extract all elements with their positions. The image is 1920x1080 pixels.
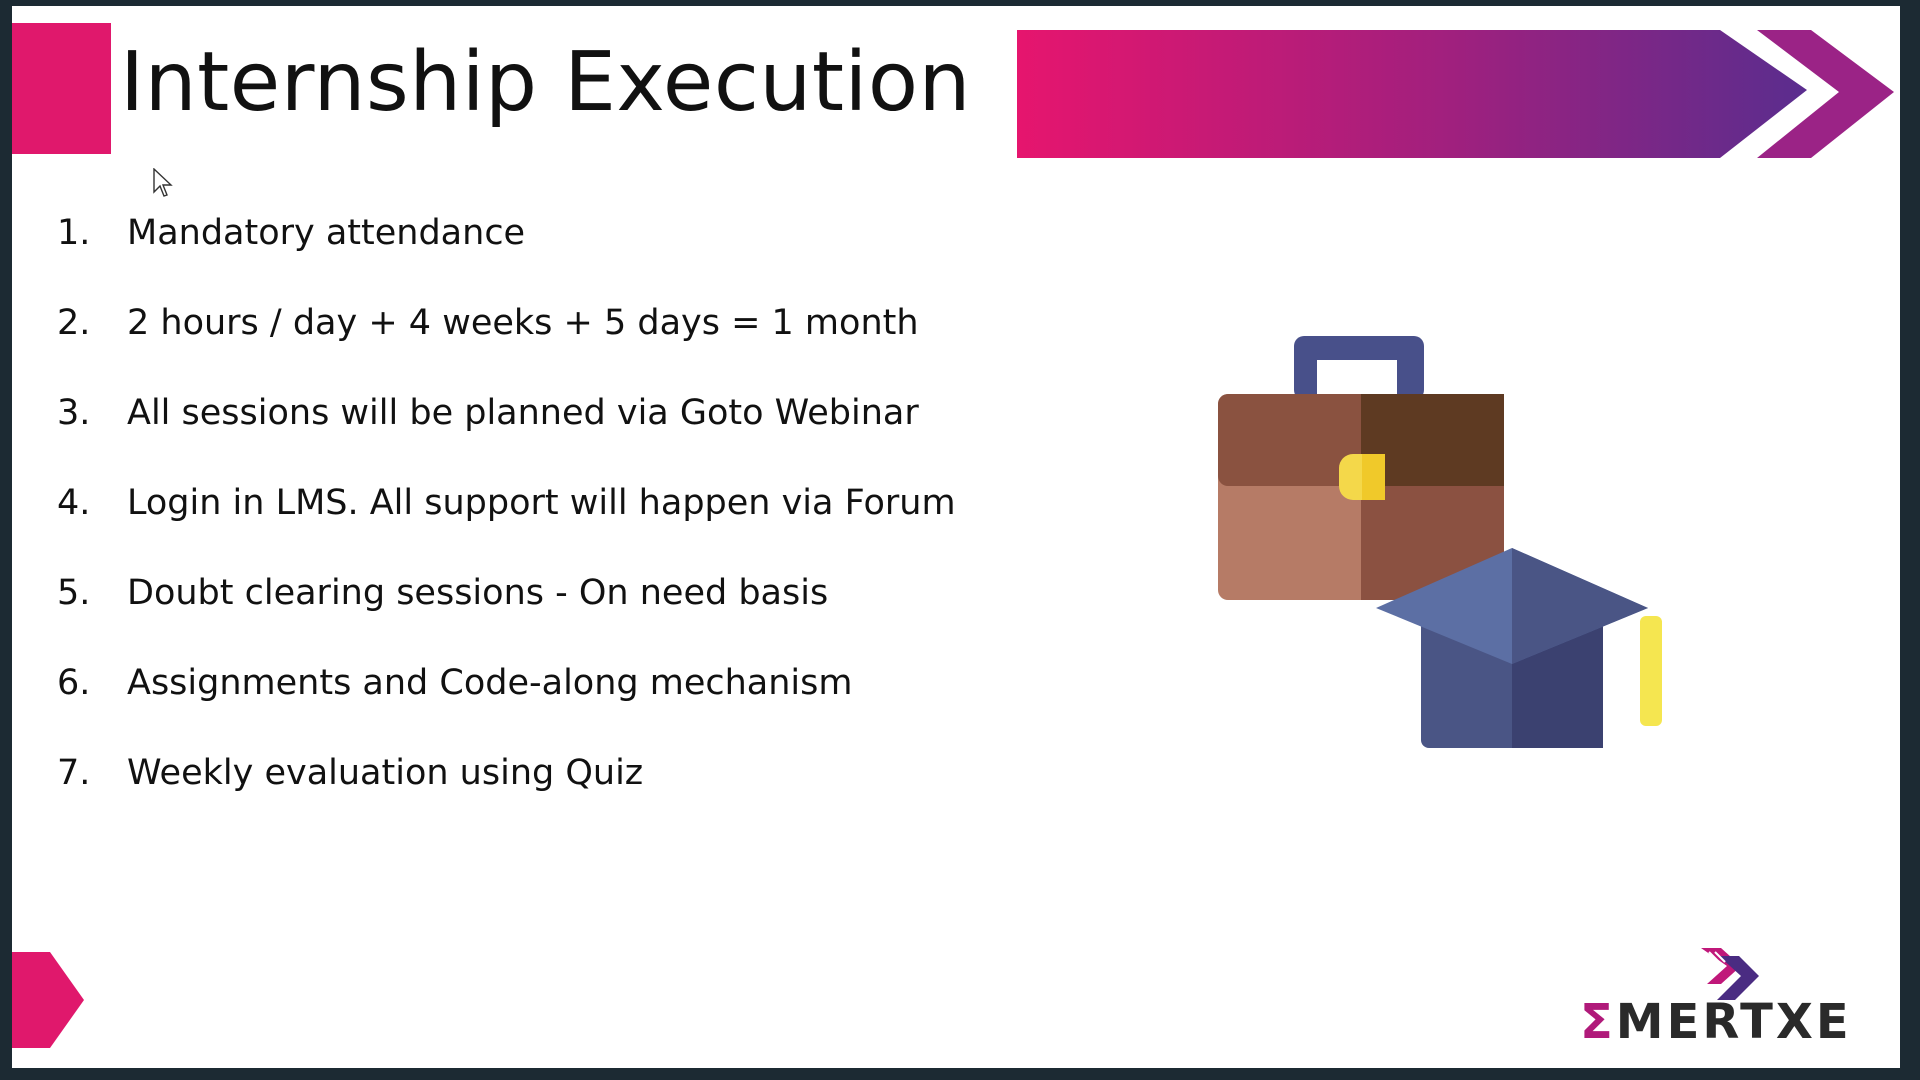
arrow-right-icon [12,952,84,1048]
logo-text: MERTXE [1615,994,1852,1050]
slide-title: Internship Execution [120,35,971,130]
item-number: 2. [57,303,91,343]
list-item: 4. Login in LMS. All support will happen… [57,458,956,548]
title-accent-block [12,23,111,154]
list-item: 7. Weekly evaluation using Quiz [57,728,956,818]
item-text: Doubt clearing sessions - On need basis [127,573,829,613]
item-number: 5. [57,573,91,613]
list-item: 5. Doubt clearing sessions - On need bas… [57,548,956,638]
item-text: All sessions will be planned via Goto We… [127,393,919,433]
item-text: Login in LMS. All support will happen vi… [127,483,956,523]
item-text: 2 hours / day + 4 weeks + 5 days = 1 mon… [127,303,919,343]
mouse-pointer-icon [153,168,173,197]
list-item: 3. All sessions will be planned via Goto… [57,368,956,458]
list-item: 6. Assignments and Code-along mechanism [57,638,956,728]
item-number: 4. [57,483,91,523]
screen-frame: Internship Execution 1. Mandatory attend… [0,0,1920,1080]
execution-points-list: 1. Mandatory attendance 2. 2 hours / day… [57,188,956,818]
item-number: 7. [57,753,91,793]
item-number: 6. [57,663,91,703]
logo-wordmark: ΣMERTXE [1580,998,1852,1046]
emertxe-logo: ΣMERTXE [1580,946,1870,1056]
presentation-slide: Internship Execution 1. Mandatory attend… [12,6,1900,1068]
item-text: Weekly evaluation using Quiz [127,753,644,793]
logo-sigma: Σ [1580,994,1616,1050]
list-item: 1. Mandatory attendance [57,188,956,278]
list-item: 2. 2 hours / day + 4 weeks + 5 days = 1 … [57,278,956,368]
item-number: 3. [57,393,91,433]
item-text: Mandatory attendance [127,213,526,253]
item-text: Assignments and Code-along mechanism [127,663,853,703]
header-gradient-banner [1017,30,1894,158]
item-number: 1. [57,213,91,253]
briefcase-and-graduation-cap-icon [1218,336,1662,748]
